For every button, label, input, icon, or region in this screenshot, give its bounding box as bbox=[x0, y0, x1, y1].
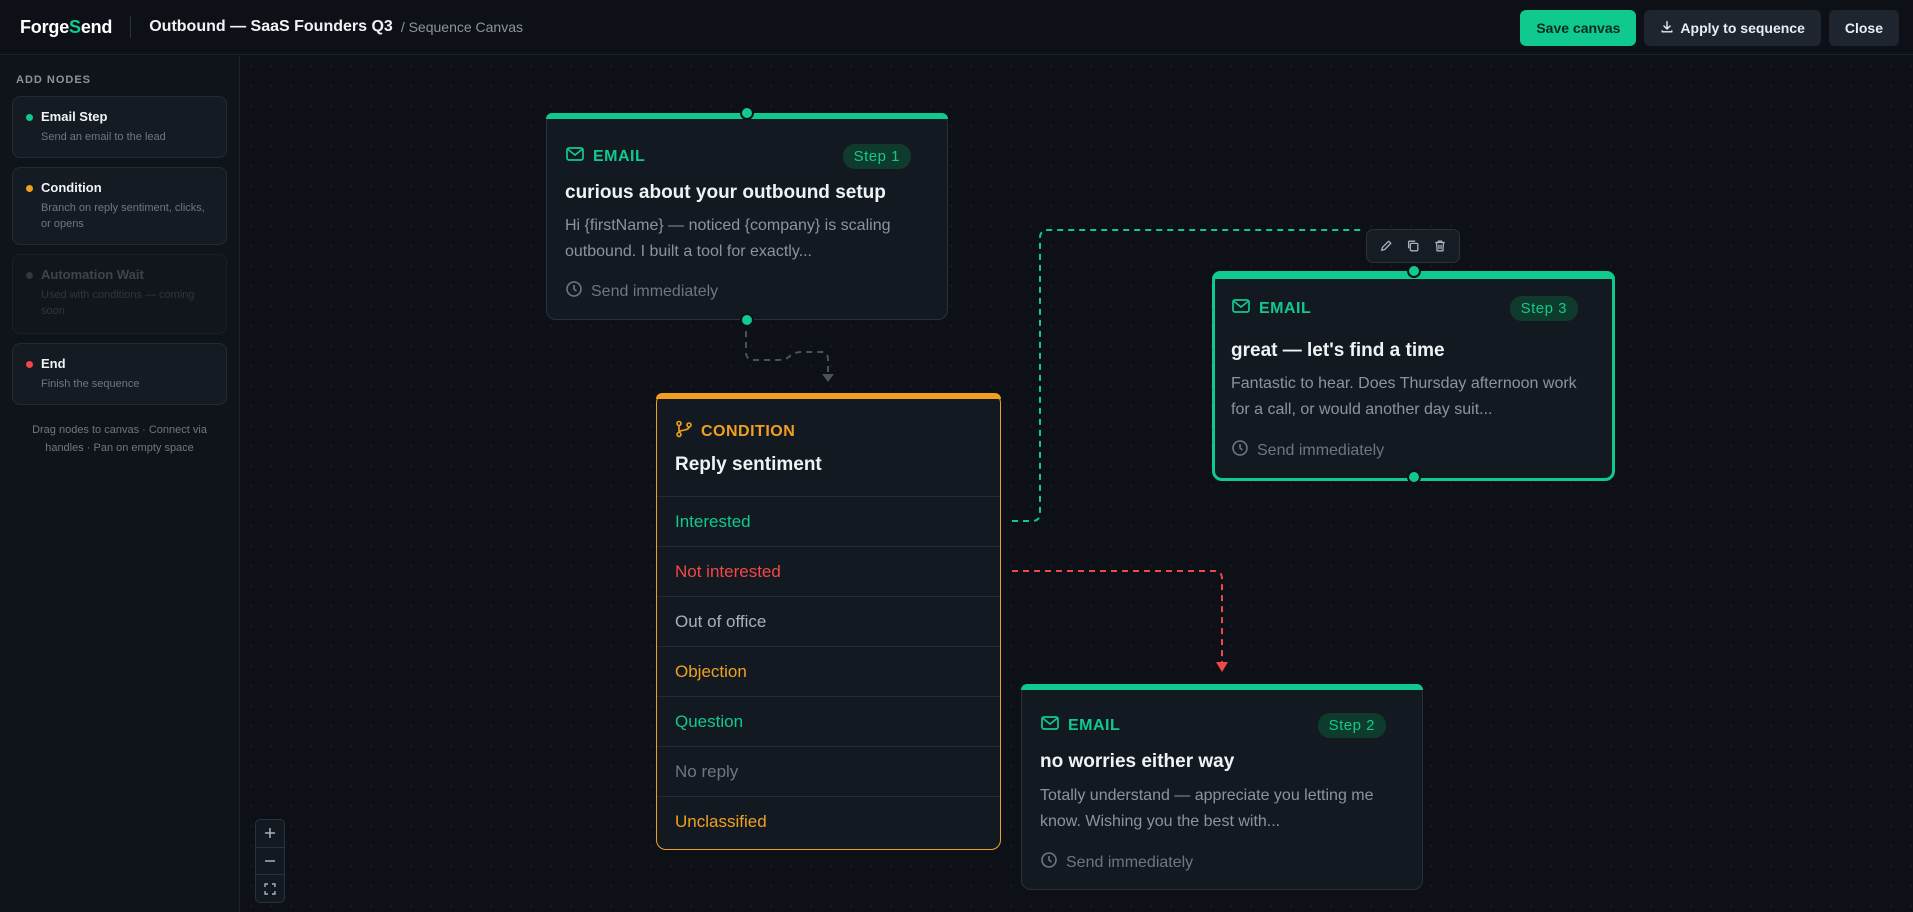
breadcrumb: / Sequence Canvas bbox=[400, 19, 524, 35]
branch-interested[interactable]: Interested bbox=[657, 496, 1000, 546]
branch-no-reply[interactable]: No reply bbox=[657, 746, 1000, 796]
node-top-bar bbox=[1021, 684, 1423, 690]
node-body: Fantastic to hear. Does Thursday afterno… bbox=[1231, 375, 1577, 418]
zoom-in-icon[interactable] bbox=[256, 820, 284, 848]
branch-out-of-office[interactable]: Out of office bbox=[657, 596, 1000, 646]
node-toolbar bbox=[1366, 229, 1460, 263]
node-type-label: EMAIL bbox=[593, 147, 646, 165]
branch-icon bbox=[675, 420, 693, 443]
email-node-step-2[interactable]: EMAIL Step 2 no worries either way Total… bbox=[1021, 684, 1423, 890]
wait-dot-icon bbox=[26, 272, 33, 279]
node-footer: Send immediately bbox=[591, 282, 719, 300]
email-node-step-3[interactable]: EMAIL Step 3 great — let's find a time F… bbox=[1212, 264, 1615, 484]
mail-icon bbox=[1231, 296, 1251, 321]
node-type-label: EMAIL bbox=[1259, 299, 1312, 317]
step-badge: Step 3 bbox=[1509, 296, 1578, 321]
close-button[interactable]: Close bbox=[1828, 10, 1899, 46]
node-title: no worries either way bbox=[1040, 751, 1235, 772]
palette-item-email-step[interactable]: Email Step Send an email to the lead bbox=[12, 96, 227, 158]
output-handle[interactable] bbox=[740, 313, 754, 327]
node-palette-sidebar: ADD NODES Email Step Send an email to th… bbox=[0, 56, 240, 912]
download-icon bbox=[1660, 20, 1674, 37]
duplicate-icon[interactable] bbox=[1402, 235, 1424, 257]
node-type-label: EMAIL bbox=[1068, 716, 1121, 734]
output-handle[interactable] bbox=[1407, 470, 1421, 484]
edit-icon[interactable] bbox=[1375, 235, 1397, 257]
condition-node[interactable]: CONDITION Reply sentiment Interested Not… bbox=[656, 393, 1001, 850]
condition-dot-icon bbox=[26, 185, 33, 192]
delete-icon[interactable] bbox=[1429, 235, 1451, 257]
email-node-step-1[interactable]: EMAIL Step 1 curious about your outbound… bbox=[546, 106, 948, 327]
branch-objection[interactable]: Objection bbox=[657, 646, 1000, 696]
clock-icon bbox=[1040, 851, 1058, 874]
palette-item-condition[interactable]: Condition Branch on reply sentiment, cli… bbox=[12, 167, 227, 245]
node-top-bar bbox=[656, 393, 1001, 399]
node-body: Hi {firstName} — noticed {company} is sc… bbox=[565, 217, 891, 260]
node-title: Reply sentiment bbox=[675, 454, 822, 475]
zoom-controls bbox=[255, 819, 285, 903]
apply-to-sequence-button[interactable]: Apply to sequence bbox=[1644, 10, 1821, 46]
branch-not-interested[interactable]: Not interested bbox=[657, 546, 1000, 596]
clock-icon bbox=[1231, 439, 1249, 462]
header-divider bbox=[130, 16, 132, 38]
save-canvas-button[interactable]: Save canvas bbox=[1520, 10, 1637, 46]
sidebar-heading: ADD NODES bbox=[16, 74, 92, 86]
end-dot-icon bbox=[26, 361, 33, 368]
zoom-out-icon[interactable] bbox=[256, 848, 284, 876]
node-title: curious about your outbound setup bbox=[565, 182, 886, 203]
node-type-label: CONDITION bbox=[701, 422, 796, 440]
top-bar: ForgeSend Outbound — SaaS Founders Q3 / … bbox=[0, 0, 1913, 55]
step-badge: Step 1 bbox=[842, 144, 911, 169]
page-title: Outbound — SaaS Founders Q3 bbox=[149, 18, 393, 35]
input-handle[interactable] bbox=[1407, 264, 1421, 278]
palette-item-end[interactable]: End Finish the sequence bbox=[12, 343, 227, 405]
node-body: Totally understand — appreciate you lett… bbox=[1040, 787, 1374, 830]
mail-icon bbox=[565, 144, 585, 169]
app-logo[interactable]: ForgeSend bbox=[20, 17, 112, 38]
sidebar-hint: Drag nodes to canvas · Connect via handl… bbox=[32, 424, 207, 454]
node-footer: Send immediately bbox=[1066, 853, 1194, 871]
input-handle[interactable] bbox=[740, 106, 754, 120]
email-dot-icon bbox=[26, 114, 33, 121]
palette-item-automation-wait: Automation Wait Used with conditions — c… bbox=[12, 254, 227, 334]
node-title: great — let's find a time bbox=[1231, 340, 1445, 361]
clock-icon bbox=[565, 280, 583, 303]
fit-view-icon[interactable] bbox=[256, 875, 284, 902]
step-badge: Step 2 bbox=[1317, 713, 1386, 738]
branch-question[interactable]: Question bbox=[657, 696, 1000, 746]
node-footer: Send immediately bbox=[1257, 441, 1385, 459]
branch-unclassified[interactable]: Unclassified bbox=[657, 796, 1000, 846]
mail-icon bbox=[1040, 713, 1060, 738]
